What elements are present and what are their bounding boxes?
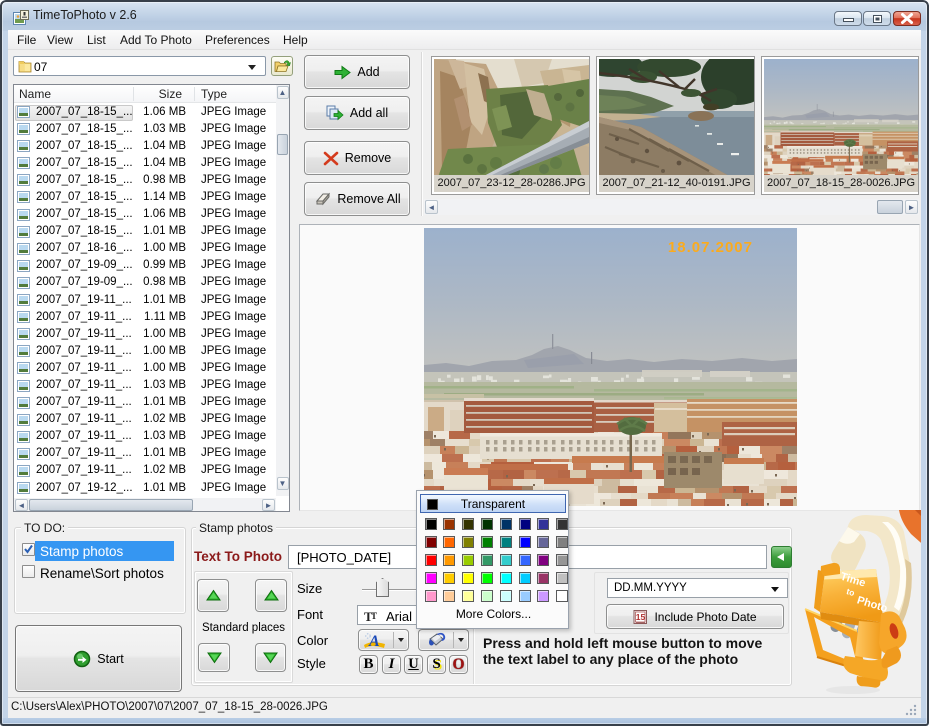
svg-text:T: T	[371, 611, 377, 621]
svg-text:15: 15	[636, 612, 646, 622]
svg-text:A: A	[368, 633, 380, 649]
